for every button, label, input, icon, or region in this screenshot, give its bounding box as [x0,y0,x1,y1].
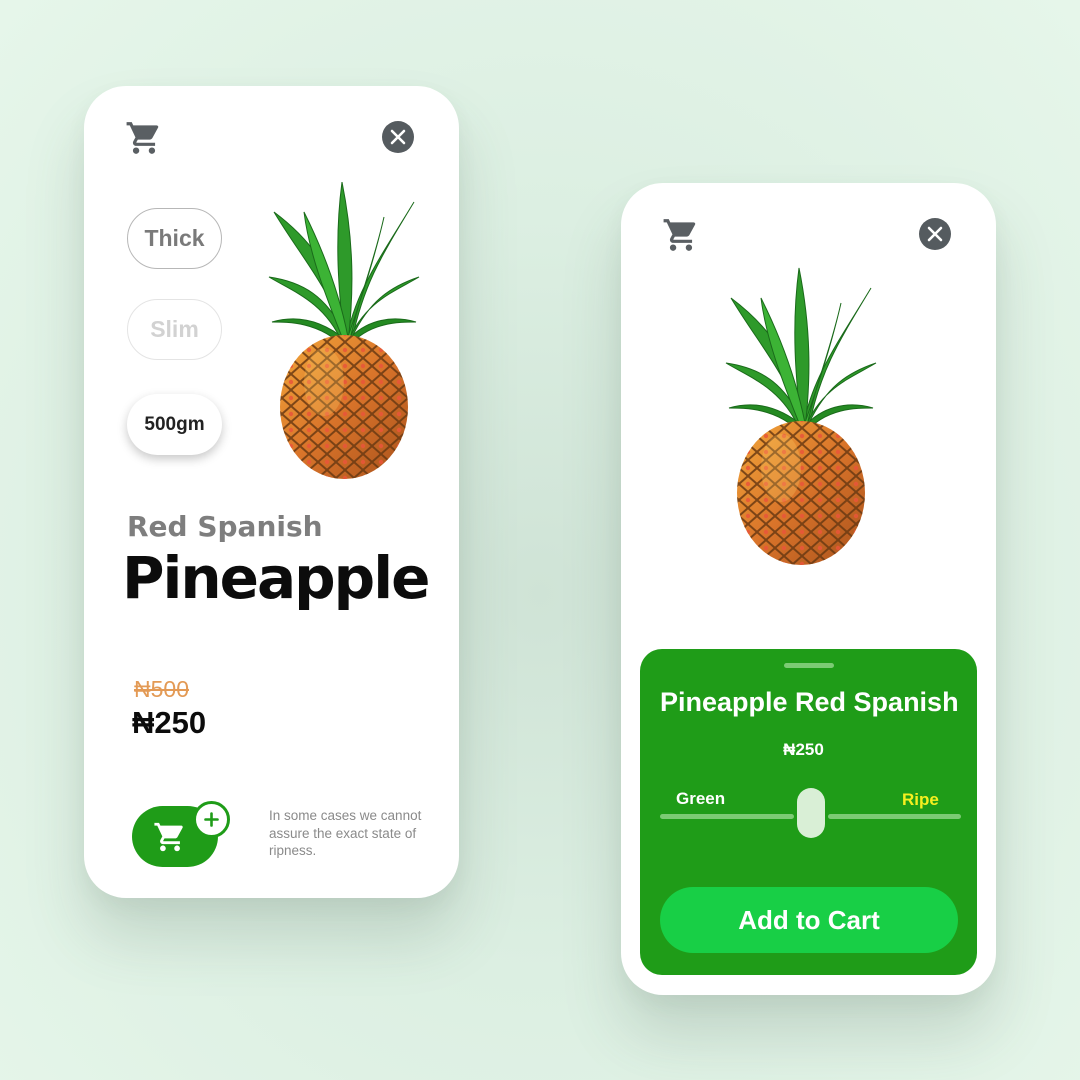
product-title: Pineapple [122,544,430,612]
sheet-drag-handle[interactable] [784,663,834,668]
shopping-cart-icon [152,820,188,854]
plus-icon [204,812,219,827]
sheet-product-title: Pineapple Red Spanish [660,687,959,717]
ripeness-slider-track[interactable] [660,814,794,819]
bottom-sheet: Pineapple Red Spanish ₦250 Green Ripe Ad… [640,649,977,975]
add-to-cart-card: Pineapple Red Spanish ₦250 Green Ripe Ad… [621,183,996,995]
old-price: ₦500 [134,676,189,702]
product-detail-card: Thick Slim 500gm Red Spanish Pineapple ₦… [84,86,459,898]
close-icon [927,226,943,242]
close-button[interactable] [382,121,414,153]
ripeness-slider-track[interactable] [828,814,961,819]
sheet-price: ₦250 [783,740,824,759]
ripeness-disclaimer: In some cases we cannot assure the exact… [269,808,422,858]
shopping-cart-icon[interactable] [661,216,701,254]
pineapple-image [268,182,420,480]
close-icon [390,129,406,145]
add-to-cart-button[interactable]: Add to Cart [660,887,958,953]
option-pill-weight[interactable]: 500gm [127,394,222,455]
product-variety: Red Spanish [127,510,323,543]
current-price: ₦250 [132,705,207,740]
option-pill-thick[interactable]: Thick [127,208,222,269]
ripeness-slider-thumb[interactable] [796,788,825,838]
shopping-cart-icon[interactable] [124,119,164,157]
close-button[interactable] [919,218,951,250]
slider-min-label: Green [676,789,726,808]
option-pill-slim[interactable]: Slim [127,299,222,360]
slider-max-label: Ripe [902,790,939,809]
add-quantity-button[interactable] [193,801,230,838]
pineapple-image [725,267,877,566]
